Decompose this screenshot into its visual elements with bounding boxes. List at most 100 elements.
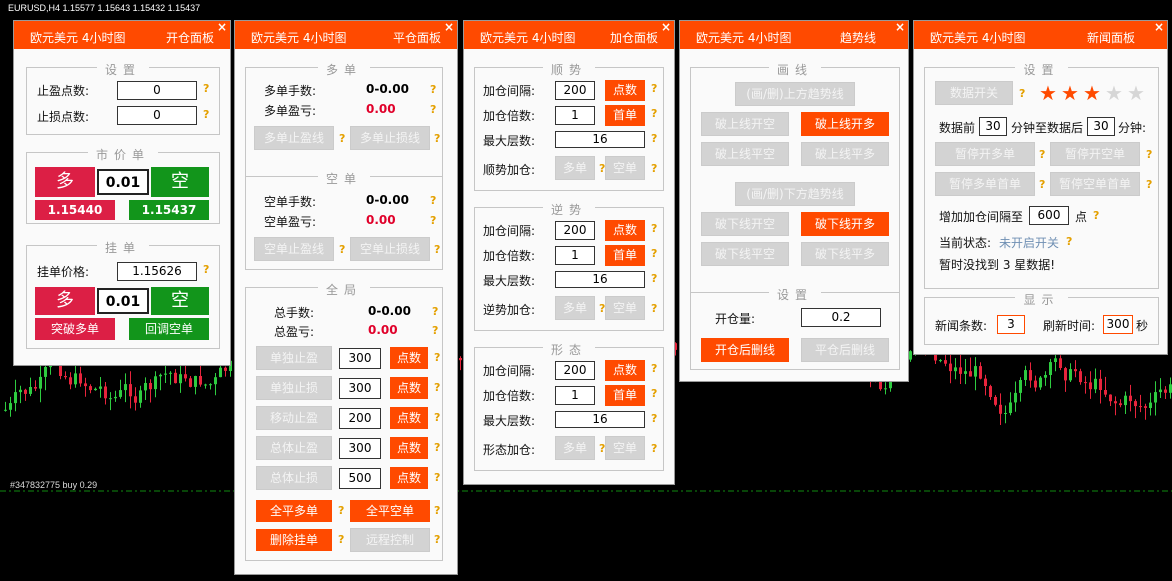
add-short-button[interactable]: 空单 <box>605 156 645 180</box>
interval-unit-button[interactable]: 点数 <box>605 360 645 381</box>
global-points-input[interactable]: 300 <box>339 348 381 369</box>
interval-input[interactable]: 200 <box>555 361 595 380</box>
help-icon[interactable]: ? <box>1146 148 1152 161</box>
first-order-button[interactable]: 首单 <box>605 245 645 266</box>
points-unit-button[interactable]: 点数 <box>390 437 428 459</box>
breakout-long-button[interactable]: 突破多单 <box>35 318 115 340</box>
break-lower-open-short-button[interactable]: 破下线开空 <box>701 212 789 236</box>
star-empty-icon[interactable]: ★ <box>1127 83 1145 103</box>
help-icon[interactable]: ? <box>430 83 436 96</box>
break-lower-close-short-button[interactable]: 破下线平空 <box>701 242 789 266</box>
points-unit-button[interactable]: 点数 <box>390 467 428 489</box>
short-price[interactable]: 1.15437 <box>129 200 209 220</box>
long-price[interactable]: 1.15440 <box>35 200 115 220</box>
global-points-input[interactable]: 300 <box>339 438 381 459</box>
global-action-button[interactable]: 单独止盈 <box>256 346 332 370</box>
break-lower-close-long-button[interactable]: 破下线平多 <box>801 242 889 266</box>
help-icon[interactable]: ? <box>1066 235 1072 248</box>
help-icon[interactable]: ? <box>651 302 657 315</box>
global-points-input[interactable]: 500 <box>339 468 381 489</box>
help-icon[interactable]: ? <box>651 107 657 120</box>
interval-input[interactable]: 200 <box>555 221 595 240</box>
global-action-button[interactable]: 总体止损 <box>256 466 332 490</box>
close-panel-title-bar[interactable]: 欧元美元 4小时图 平仓面板 × <box>235 20 457 49</box>
help-icon[interactable]: ? <box>1039 178 1045 191</box>
pause-open-short-button[interactable]: 暂停开空单 <box>1050 142 1140 166</box>
first-order-button[interactable]: 首单 <box>605 105 645 126</box>
help-icon[interactable]: ? <box>1146 178 1152 191</box>
close-icon[interactable]: × <box>661 20 671 34</box>
multiplier-input[interactable]: 1 <box>555 106 595 125</box>
long-sl-line-button[interactable]: 多单止损线 <box>350 126 430 150</box>
max-layers-input[interactable]: 16 <box>555 271 645 288</box>
help-icon[interactable]: ? <box>1039 148 1045 161</box>
tp-input[interactable]: 0 <box>117 81 197 100</box>
close-all-short-button[interactable]: 全平空单 <box>350 500 430 522</box>
help-icon[interactable]: ? <box>651 222 657 235</box>
break-upper-close-short-button[interactable]: 破上线平空 <box>701 142 789 166</box>
interval-unit-button[interactable]: 点数 <box>605 80 645 101</box>
add-panel-title-bar[interactable]: 欧元美元 4小时图 加仓面板 × <box>464 20 674 49</box>
help-icon[interactable]: ? <box>203 263 209 276</box>
help-icon[interactable]: ? <box>434 441 440 454</box>
break-upper-open-short-button[interactable]: 破上线开空 <box>701 112 789 136</box>
star-filled-icon[interactable]: ★ <box>1083 83 1101 103</box>
star-empty-icon[interactable]: ★ <box>1105 83 1123 103</box>
add-long-button[interactable]: 多单 <box>555 436 595 460</box>
sl-input[interactable]: 0 <box>117 106 197 125</box>
star-filled-icon[interactable]: ★ <box>1061 83 1079 103</box>
close-icon[interactable]: × <box>217 20 227 34</box>
delete-after-close-button[interactable]: 平仓后删线 <box>801 338 889 362</box>
help-icon[interactable]: ? <box>1093 209 1099 222</box>
add-long-button[interactable]: 多单 <box>555 156 595 180</box>
help-icon[interactable]: ? <box>651 247 657 260</box>
star-filled-icon[interactable]: ★ <box>1039 83 1057 103</box>
first-order-button[interactable]: 首单 <box>605 385 645 406</box>
market-lot-input[interactable]: 0.01 <box>97 169 149 195</box>
pending-long-button[interactable]: 多 <box>35 287 95 315</box>
help-icon[interactable]: ? <box>434 381 440 394</box>
help-icon[interactable]: ? <box>1019 87 1025 100</box>
help-icon[interactable]: ? <box>434 471 440 484</box>
help-icon[interactable]: ? <box>430 194 436 207</box>
help-icon[interactable]: ? <box>203 82 209 95</box>
help-icon[interactable]: ? <box>651 412 657 425</box>
help-icon[interactable]: ? <box>338 533 344 546</box>
max-layers-input[interactable]: 16 <box>555 411 645 428</box>
help-icon[interactable]: ? <box>434 411 440 424</box>
help-icon[interactable]: ? <box>339 243 345 256</box>
max-layers-input[interactable]: 16 <box>555 131 645 148</box>
help-icon[interactable]: ? <box>430 214 436 227</box>
draw-upper-trendline-button[interactable]: (画/删)上方趋势线 <box>735 82 855 106</box>
pending-price-input[interactable]: 1.15626 <box>117 262 197 281</box>
help-icon[interactable]: ? <box>432 324 438 337</box>
help-icon[interactable]: ? <box>430 103 436 116</box>
help-icon[interactable]: ? <box>338 504 344 517</box>
multiplier-input[interactable]: 1 <box>555 386 595 405</box>
pause-open-long-button[interactable]: 暂停开多单 <box>935 142 1035 166</box>
market-long-button[interactable]: 多 <box>35 167 95 197</box>
draw-lower-trendline-button[interactable]: (画/删)下方趋势线 <box>735 182 855 206</box>
news-panel-title-bar[interactable]: 欧元美元 4小时图 新闻面板 × <box>914 20 1167 49</box>
close-icon[interactable]: × <box>1154 20 1164 34</box>
points-unit-button[interactable]: 点数 <box>390 377 428 399</box>
short-sl-line-button[interactable]: 空单止损线 <box>350 237 430 261</box>
after-minutes-input[interactable]: 30 <box>1087 117 1115 136</box>
global-action-button[interactable]: 单独止损 <box>256 376 332 400</box>
delete-after-open-button[interactable]: 开仓后删线 <box>701 338 789 362</box>
add-short-button[interactable]: 空单 <box>605 436 645 460</box>
add-short-button[interactable]: 空单 <box>605 296 645 320</box>
close-all-long-button[interactable]: 全平多单 <box>256 500 332 522</box>
points-unit-button[interactable]: 点数 <box>390 407 428 429</box>
news-count-input[interactable]: 3 <box>997 315 1025 334</box>
add-long-button[interactable]: 多单 <box>555 296 595 320</box>
close-icon[interactable]: × <box>444 20 454 34</box>
break-lower-open-long-button[interactable]: 破下线开多 <box>801 212 889 236</box>
global-points-input[interactable]: 200 <box>339 408 381 429</box>
global-action-button[interactable]: 移动止盈 <box>256 406 332 430</box>
pending-lot-input[interactable]: 0.01 <box>97 288 149 314</box>
lot-input[interactable]: 0.2 <box>801 308 881 327</box>
pending-short-button[interactable]: 空 <box>151 287 209 315</box>
help-icon[interactable]: ? <box>651 272 657 285</box>
pause-long-first-button[interactable]: 暂停多单首单 <box>935 172 1035 196</box>
